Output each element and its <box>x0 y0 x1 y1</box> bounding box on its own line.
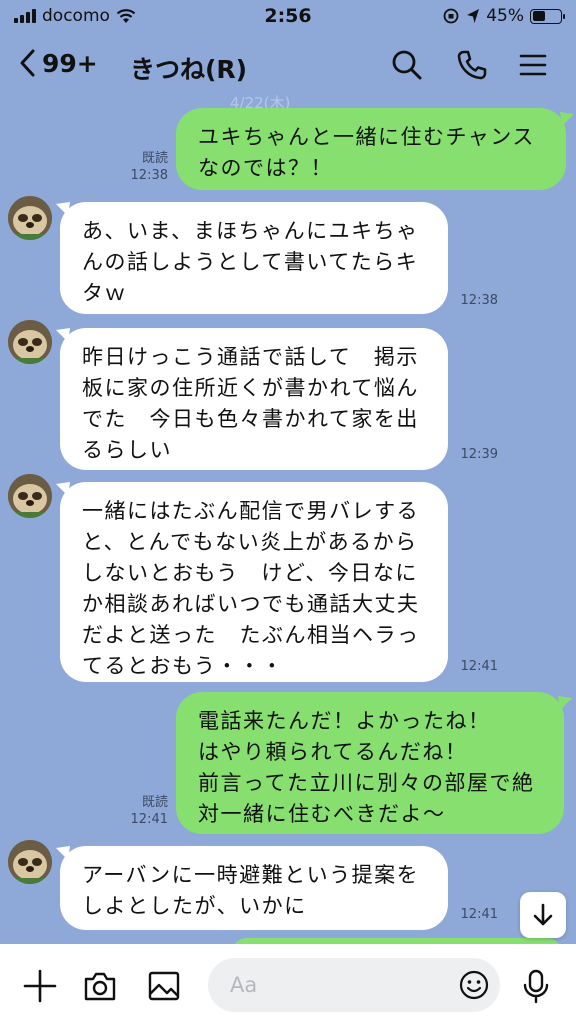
camera-icon[interactable] <box>82 968 118 1004</box>
avatar[interactable] <box>8 196 52 240</box>
unread-count: 99+ <box>42 48 98 78</box>
message-meta: 既読 12:41 <box>118 794 168 828</box>
battery-percent: 45% <box>486 6 524 26</box>
phone-icon[interactable] <box>455 48 489 82</box>
incoming-message[interactable]: 一緒にはたぶん配信で男バレする と、とんでもない炎上があるから しないとおもう … <box>60 482 448 682</box>
scroll-to-bottom-button[interactable] <box>520 892 566 938</box>
message-time: 12:39 <box>460 447 498 462</box>
message-input[interactable] <box>230 970 450 1000</box>
avatar[interactable] <box>8 840 52 884</box>
bubble-tail <box>558 696 572 710</box>
search-icon[interactable] <box>390 48 424 82</box>
avatar[interactable] <box>8 474 52 518</box>
outgoing-message[interactable]: 電話来たんだ！よかったね！ はやり頼られてるんだね！ 前言ってた立川に別々の部屋… <box>176 692 564 834</box>
orientation-lock-icon <box>443 8 459 24</box>
mic-icon[interactable] <box>518 968 554 1004</box>
message-time: 12:38 <box>130 168 168 183</box>
sloth-avatar-image <box>8 840 52 884</box>
menu-icon[interactable] <box>516 48 550 82</box>
incoming-message[interactable]: あ、いま、まほちゃんにユキちゃ んの話しようとして書いてたらキ タｗ <box>60 202 448 314</box>
image-icon[interactable] <box>146 968 182 1004</box>
sloth-avatar-image <box>8 474 52 518</box>
plus-icon[interactable] <box>22 968 58 1004</box>
message-meta: 既読 12:38 <box>118 150 168 184</box>
avatar[interactable] <box>8 320 52 364</box>
incoming-message[interactable]: アーバンに一時避難という提案を しよとしたが、いかに <box>60 846 448 930</box>
chat-title: きつね(R) <box>130 55 248 84</box>
message-input-field[interactable] <box>208 958 500 1012</box>
read-receipt: 既読 <box>141 795 168 810</box>
back-button[interactable]: 99+ <box>18 48 98 78</box>
input-bar <box>0 944 576 1024</box>
message-time: 12:38 <box>460 293 498 308</box>
sloth-avatar-image <box>8 196 52 240</box>
sloth-avatar-image <box>8 320 52 364</box>
location-icon <box>467 9 480 23</box>
status-right: 45% <box>442 6 565 26</box>
chat-header: 99+ きつね(R) 4/22(木) <box>0 30 576 112</box>
outgoing-message[interactable]: ユキちゃんと一緒に住むチャンス なのでは？！ <box>176 108 566 190</box>
incoming-message[interactable]: 昨日けっこう通話で話して 掲示 板に家の住所近くが書かれて悩ん でた 今日も色々… <box>60 328 448 470</box>
message-time: 12:41 <box>460 659 498 674</box>
arrow-down-icon <box>533 903 553 926</box>
message-time: 12:41 <box>130 812 168 827</box>
message-time: 12:41 <box>460 907 498 922</box>
chevron-left-icon <box>20 49 35 77</box>
emoji-icon[interactable] <box>458 969 490 1001</box>
status-bar: docomo 2:56 45% <box>0 0 576 30</box>
read-receipt: 既読 <box>141 151 168 166</box>
battery-icon <box>530 8 565 24</box>
bubble-tail <box>560 112 574 126</box>
